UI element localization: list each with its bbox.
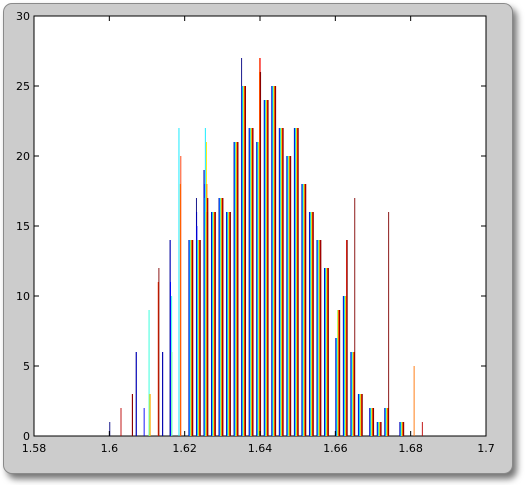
histogram-bar <box>339 310 341 436</box>
histogram-bar <box>199 240 201 436</box>
histogram-bar <box>260 72 262 436</box>
histogram-bar <box>214 212 216 436</box>
x-tick-label: 1.62 <box>172 442 197 455</box>
x-tick-label: 1.64 <box>248 442 273 455</box>
histogram-bar <box>354 198 356 436</box>
x-tick-label: 1.7 <box>477 442 495 455</box>
histogram-bar <box>275 86 277 436</box>
histogram-bar <box>388 212 390 436</box>
histogram-bar <box>158 268 160 436</box>
histogram-bar <box>290 156 292 436</box>
histogram-bar <box>170 282 171 436</box>
histogram-bar <box>245 86 246 436</box>
y-tick-label: 0 <box>23 430 30 443</box>
histogram-bar <box>120 408 122 436</box>
x-tick-label: 1.68 <box>398 442 423 455</box>
histogram-bar <box>178 128 180 436</box>
histogram-bar <box>192 240 194 436</box>
histogram-chart: 1.58 1.6 1.62 1.64 1.66 1.68 1.7 0 5 10 15 20 25 30 <box>16 10 495 455</box>
histogram-bar <box>171 352 173 436</box>
histogram-bar <box>237 142 239 436</box>
histogram-bar <box>143 408 145 436</box>
histogram-bar <box>413 366 415 436</box>
histogram-bar <box>180 156 182 436</box>
histogram-bar <box>320 240 322 436</box>
y-tick-label: 5 <box>23 360 30 373</box>
histogram-bar <box>403 422 405 436</box>
x-tick-label: 1.58 <box>22 442 47 455</box>
x-tick-label: 1.6 <box>101 442 119 455</box>
histogram-bar <box>327 268 329 436</box>
y-tick-label: 20 <box>16 150 30 163</box>
histogram-bar <box>282 128 284 436</box>
histogram-bar <box>421 422 423 436</box>
histogram-bar <box>312 212 314 436</box>
x-tick-label: 1.66 <box>323 442 348 455</box>
histogram-bar <box>380 422 382 436</box>
y-tick-label: 25 <box>16 80 30 93</box>
histogram-bar <box>162 352 164 436</box>
y-tick-label: 30 <box>16 10 30 23</box>
y-tick-label: 15 <box>16 220 30 233</box>
y-tick-label: 10 <box>16 290 30 303</box>
histogram-bar <box>207 198 209 436</box>
histogram-bar <box>267 100 269 436</box>
histogram-bar <box>222 198 224 436</box>
histogram-bar <box>305 184 307 436</box>
histogram-bar <box>132 394 133 436</box>
histogram-bar <box>149 394 151 436</box>
histogram-bar <box>297 128 299 436</box>
histogram-bar <box>346 240 348 436</box>
histogram-bar <box>252 128 254 436</box>
histogram-bar <box>373 408 375 436</box>
histogram-bar <box>230 212 231 436</box>
histogram-bar <box>361 394 363 436</box>
histogram-bar <box>135 352 137 436</box>
